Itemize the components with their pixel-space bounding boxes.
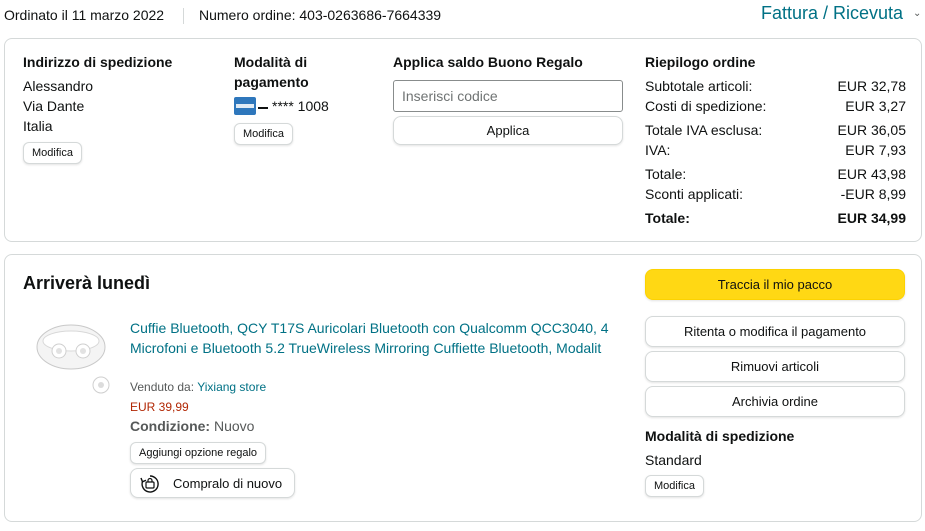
buy-again-button[interactable]: Compralo di nuovo (130, 468, 295, 498)
header-divider (183, 8, 184, 24)
card-digits: **** 1008 (272, 98, 329, 114)
condition-label: Condizione: (130, 418, 211, 434)
address-line-street: Via Dante (23, 98, 85, 114)
address-line-country: Italia (23, 118, 53, 134)
buy-again-label: Compralo di nuovo (173, 476, 283, 491)
summary-label: Costi di spedizione: (645, 98, 767, 114)
sold-by-label: Venduto da: (130, 380, 195, 394)
payment-heading-line2: pagamento (234, 74, 309, 90)
summary-value: EUR 34,99 (837, 210, 906, 226)
summary-value: EUR 7,93 (845, 142, 906, 158)
amex-card-icon (234, 97, 256, 115)
apply-gift-button[interactable]: Applica (393, 116, 623, 145)
product-title-link[interactable]: Cuffie Bluetooth, QCY T17S Auricolari Bl… (130, 318, 620, 358)
summary-label: Totale: (645, 166, 687, 182)
arrival-heading: Arriverà lunedì (23, 273, 151, 293)
gift-code-input[interactable] (393, 80, 623, 112)
track-package-button[interactable]: Traccia il mio pacco (645, 269, 905, 300)
order-header: Ordinato il 11 marzo 2022 Numero ordine:… (0, 0, 925, 32)
sold-by: Venduto da: Yixiang store (130, 380, 266, 394)
summary-value: EUR 36,05 (837, 122, 906, 138)
shipping-mode-value: Standard (645, 452, 702, 468)
summary-value: EUR 3,27 (845, 98, 906, 114)
condition-value: Nuovo (214, 418, 255, 434)
summary-label: IVA: (645, 142, 671, 158)
order-date: Ordinato il 11 marzo 2022 (4, 7, 165, 23)
summary-value: -EUR 8,99 (840, 186, 906, 202)
edit-payment-button[interactable]: Modifica (234, 123, 293, 145)
order-details-panel: Indirizzo di spedizione Alessandro Via D… (4, 38, 922, 242)
shipping-mode-heading: Modalità di spedizione (645, 428, 795, 444)
seller-link[interactable]: Yixiang store (197, 380, 266, 394)
add-gift-option-button[interactable]: Aggiungi opzione regalo (130, 442, 267, 464)
summary-label: Sconti applicati: (645, 186, 744, 202)
invoice-link[interactable]: Fattura / Ricevuta (761, 3, 903, 24)
remove-items-button[interactable]: Rimuovi articoli (645, 351, 905, 382)
summary-value: EUR 32,78 (837, 78, 906, 94)
order-summary-heading: Riepilogo ordine (645, 54, 756, 70)
shipping-address-heading: Indirizzo di spedizione (23, 54, 173, 70)
address-line-name: Alessandro (23, 78, 94, 94)
product-condition: Condizione: Nuovo (130, 418, 254, 434)
card-separator (258, 107, 268, 109)
summary-value: EUR 43,98 (837, 166, 906, 182)
summary-label: Totale IVA esclusa: (645, 122, 763, 138)
product-price: EUR 39,99 (130, 400, 189, 414)
product-image[interactable] (31, 317, 123, 399)
order-number: Numero ordine: 403-0263686-7664339 (199, 7, 442, 23)
summary-label: Totale: (645, 210, 690, 226)
edit-shipping-mode-button[interactable]: Modifica (645, 475, 704, 497)
payment-heading-line1: Modalità di (234, 54, 308, 70)
retry-payment-button[interactable]: Ritenta o modifica il pagamento (645, 316, 905, 347)
chevron-down-icon[interactable]: ⌄ (913, 8, 921, 19)
shipment-panel: Arriverà lunedì Cuffie Bluetooth, QCY T1… (4, 254, 922, 522)
edit-address-button[interactable]: Modifica (23, 142, 82, 164)
gift-card-heading: Applica saldo Buono Regalo (393, 54, 583, 70)
summary-label: Subtotale articoli: (645, 78, 753, 94)
buy-again-icon (140, 475, 159, 493)
archive-order-button[interactable]: Archivia ordine (645, 386, 905, 417)
